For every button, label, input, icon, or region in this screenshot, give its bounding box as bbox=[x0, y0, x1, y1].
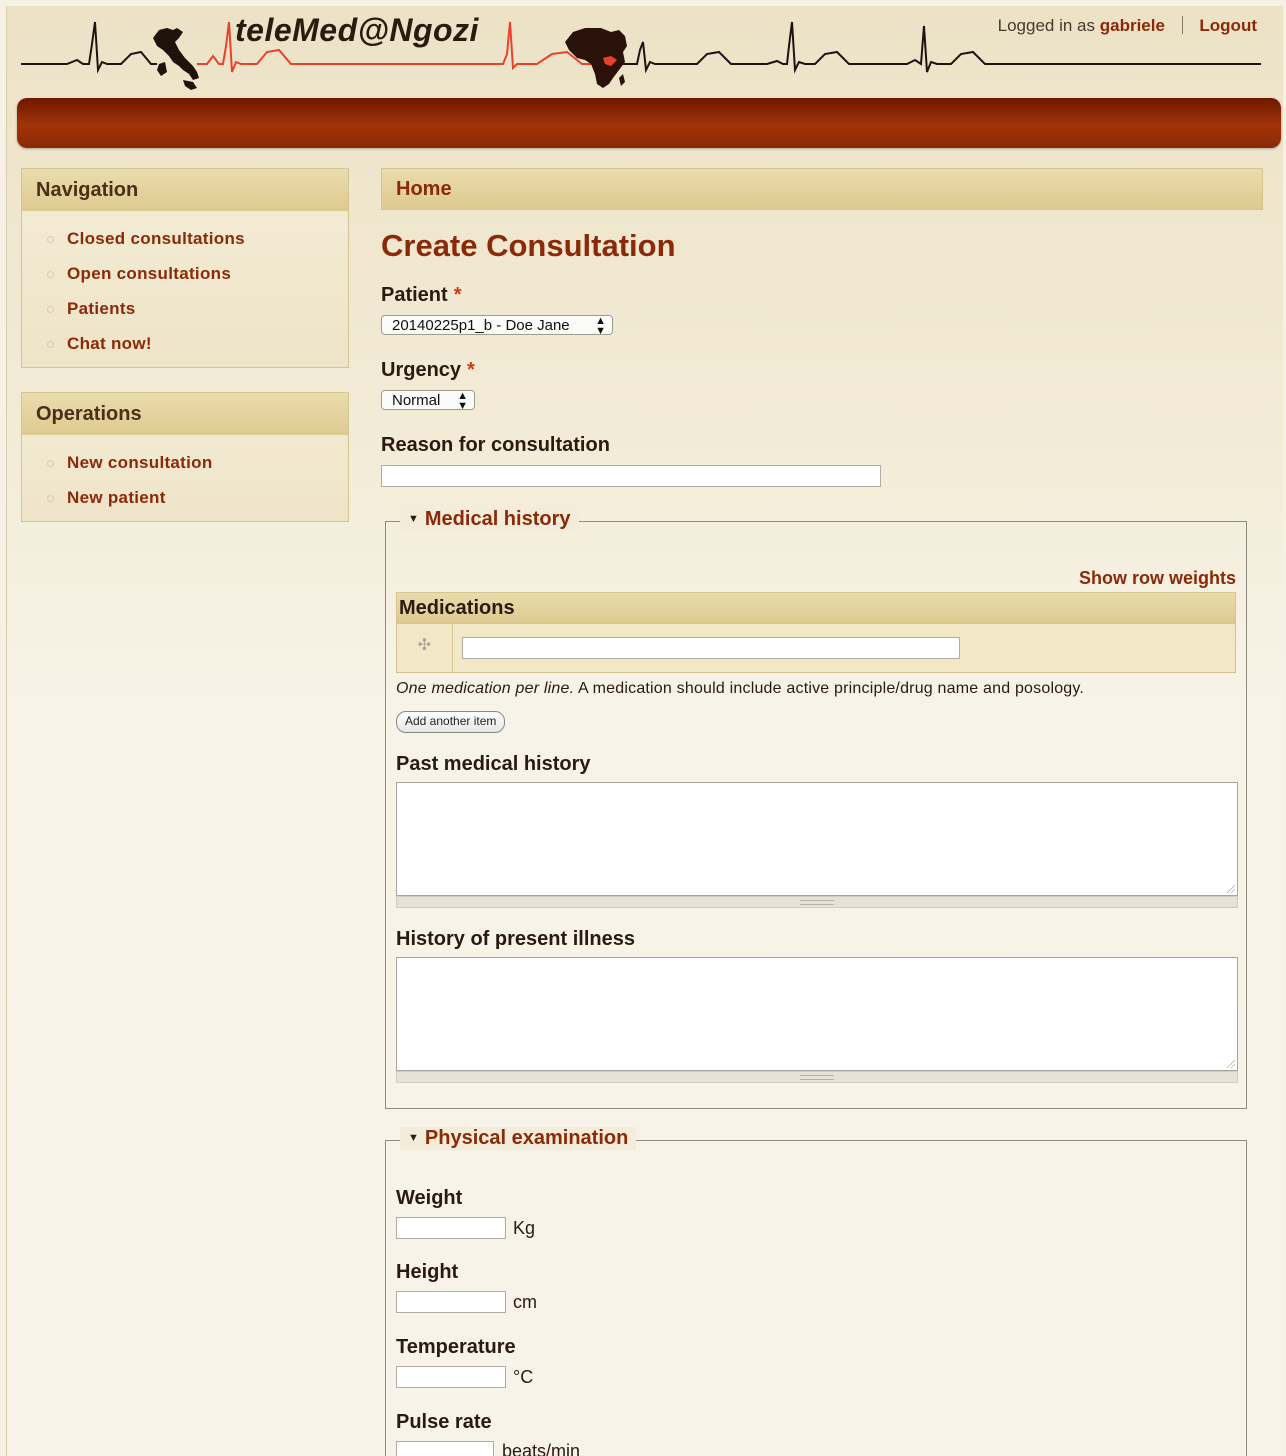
physical-exam-fieldset: ▼ Physical examination Weight Kg Height c… bbox=[385, 1127, 1247, 1456]
weight-input[interactable] bbox=[396, 1217, 506, 1239]
site-title[interactable]: teleMed@Ngozi bbox=[235, 12, 479, 49]
username-link[interactable]: gabriele bbox=[1100, 16, 1165, 35]
medical-history-fieldset: ▼ Medical history Show row weights Medica… bbox=[385, 508, 1247, 1109]
pulse-input[interactable] bbox=[396, 1441, 494, 1456]
operations-title: Operations bbox=[22, 393, 348, 435]
description-text: A medication should include active princ… bbox=[578, 680, 1085, 697]
operations-block: Operations New consultation New patient bbox=[21, 392, 349, 522]
nav-link[interactable]: Chat now! bbox=[67, 334, 152, 353]
page-title: Create Consultation bbox=[381, 228, 676, 263]
site-header: teleMed@Ngozi Logged in as gabriele Logo… bbox=[7, 6, 1283, 101]
nav-item-chat-now[interactable]: Chat now! bbox=[22, 326, 348, 361]
resize-corner-icon[interactable] bbox=[1227, 1060, 1235, 1068]
breadcrumb: Home bbox=[381, 168, 1263, 210]
medication-input[interactable] bbox=[462, 637, 960, 659]
show-row-weights-link[interactable]: Show row weights bbox=[1079, 568, 1236, 589]
height-label: Height bbox=[396, 1261, 459, 1283]
weight-unit: Kg bbox=[513, 1218, 536, 1238]
header-accent-bar bbox=[17, 98, 1281, 148]
present-illness-grippie[interactable] bbox=[396, 1071, 1238, 1083]
weight-label: Weight bbox=[396, 1187, 463, 1209]
past-history-label: Past medical history bbox=[396, 753, 591, 775]
description-emphasis: One medication per line. bbox=[396, 680, 575, 697]
select-arrows-icon: ▲ ▼ bbox=[595, 315, 606, 337]
required-marker: * bbox=[453, 284, 462, 306]
required-marker: * bbox=[467, 359, 475, 381]
past-history-grippie[interactable] bbox=[396, 896, 1238, 908]
nav-link[interactable]: Closed consultations bbox=[67, 229, 245, 248]
nav-item-closed-consultations[interactable]: Closed consultations bbox=[22, 221, 348, 256]
physical-exam-legend-text: Physical examination bbox=[424, 1127, 629, 1149]
italy-map-icon bbox=[153, 28, 199, 90]
urgency-select[interactable]: Normal ▲ ▼ bbox=[381, 390, 475, 412]
op-item-new-patient[interactable]: New patient bbox=[22, 480, 348, 515]
urgency-select-value: Normal bbox=[392, 392, 441, 409]
medications-header: Medications bbox=[397, 593, 1235, 623]
patient-select[interactable]: 20140225p1_b - Doe Jane ▲ ▼ bbox=[381, 315, 613, 337]
navigation-menu: Closed consultations Open consultations … bbox=[22, 211, 348, 367]
temperature-label: Temperature bbox=[396, 1336, 516, 1358]
reason-input[interactable] bbox=[381, 465, 881, 487]
collapse-triangle-icon: ▼ bbox=[408, 513, 419, 525]
nav-link[interactable]: Patients bbox=[67, 299, 136, 318]
temperature-input[interactable] bbox=[396, 1366, 506, 1388]
logout-link[interactable]: Logout bbox=[1199, 16, 1257, 35]
nav-item-patients[interactable]: Patients bbox=[22, 291, 348, 326]
temperature-unit: °C bbox=[513, 1367, 534, 1387]
resize-corner-icon[interactable] bbox=[1227, 885, 1235, 893]
divider bbox=[1181, 16, 1183, 34]
medications-table: Medications ✣ bbox=[396, 592, 1236, 673]
add-another-item-button[interactable]: Add another item bbox=[396, 711, 506, 733]
op-link[interactable]: New patient bbox=[67, 488, 166, 507]
patient-label: Patient * bbox=[381, 284, 461, 307]
medication-row: ✣ bbox=[397, 623, 1235, 672]
height-unit: cm bbox=[513, 1292, 537, 1312]
nav-item-open-consultations[interactable]: Open consultations bbox=[22, 256, 348, 291]
nav-link[interactable]: Open consultations bbox=[67, 264, 231, 283]
medical-history-legend-text: Medical history bbox=[424, 508, 571, 530]
medications-description: One medication per line. A medication sh… bbox=[396, 680, 1084, 698]
user-bar: Logged in as gabriele Logout bbox=[998, 16, 1257, 36]
pulse-unit: beats/min bbox=[502, 1441, 581, 1456]
collapse-triangle-icon: ▼ bbox=[408, 1132, 419, 1144]
operations-menu: New consultation New patient bbox=[22, 435, 348, 521]
op-item-new-consultation[interactable]: New consultation bbox=[22, 445, 348, 480]
navigation-title: Navigation bbox=[22, 169, 348, 211]
op-link[interactable]: New consultation bbox=[67, 453, 213, 472]
urgency-label-text: Urgency bbox=[381, 359, 462, 381]
reason-label: Reason for consultation bbox=[381, 434, 610, 456]
pulse-label: Pulse rate bbox=[396, 1411, 492, 1433]
drag-handle-icon[interactable]: ✣ bbox=[397, 624, 453, 672]
present-illness-label: History of present illness bbox=[396, 928, 635, 950]
urgency-label: Urgency * bbox=[381, 359, 475, 382]
medical-history-legend[interactable]: ▼ Medical history bbox=[400, 508, 579, 531]
logged-in-text: Logged in as bbox=[997, 16, 1095, 35]
select-arrows-icon: ▲ ▼ bbox=[457, 390, 468, 412]
present-illness-textarea[interactable] bbox=[396, 957, 1238, 1071]
breadcrumb-home-link[interactable]: Home bbox=[396, 178, 452, 200]
page: teleMed@Ngozi Logged in as gabriele Logo… bbox=[6, 6, 1283, 1456]
physical-exam-legend[interactable]: ▼ Physical examination bbox=[400, 1127, 637, 1150]
past-history-textarea[interactable] bbox=[396, 782, 1238, 896]
patient-select-value: 20140225p1_b - Doe Jane bbox=[392, 317, 570, 334]
height-input[interactable] bbox=[396, 1291, 506, 1313]
navigation-block: Navigation Closed consultations Open con… bbox=[21, 168, 349, 368]
patient-label-text: Patient bbox=[381, 284, 448, 306]
